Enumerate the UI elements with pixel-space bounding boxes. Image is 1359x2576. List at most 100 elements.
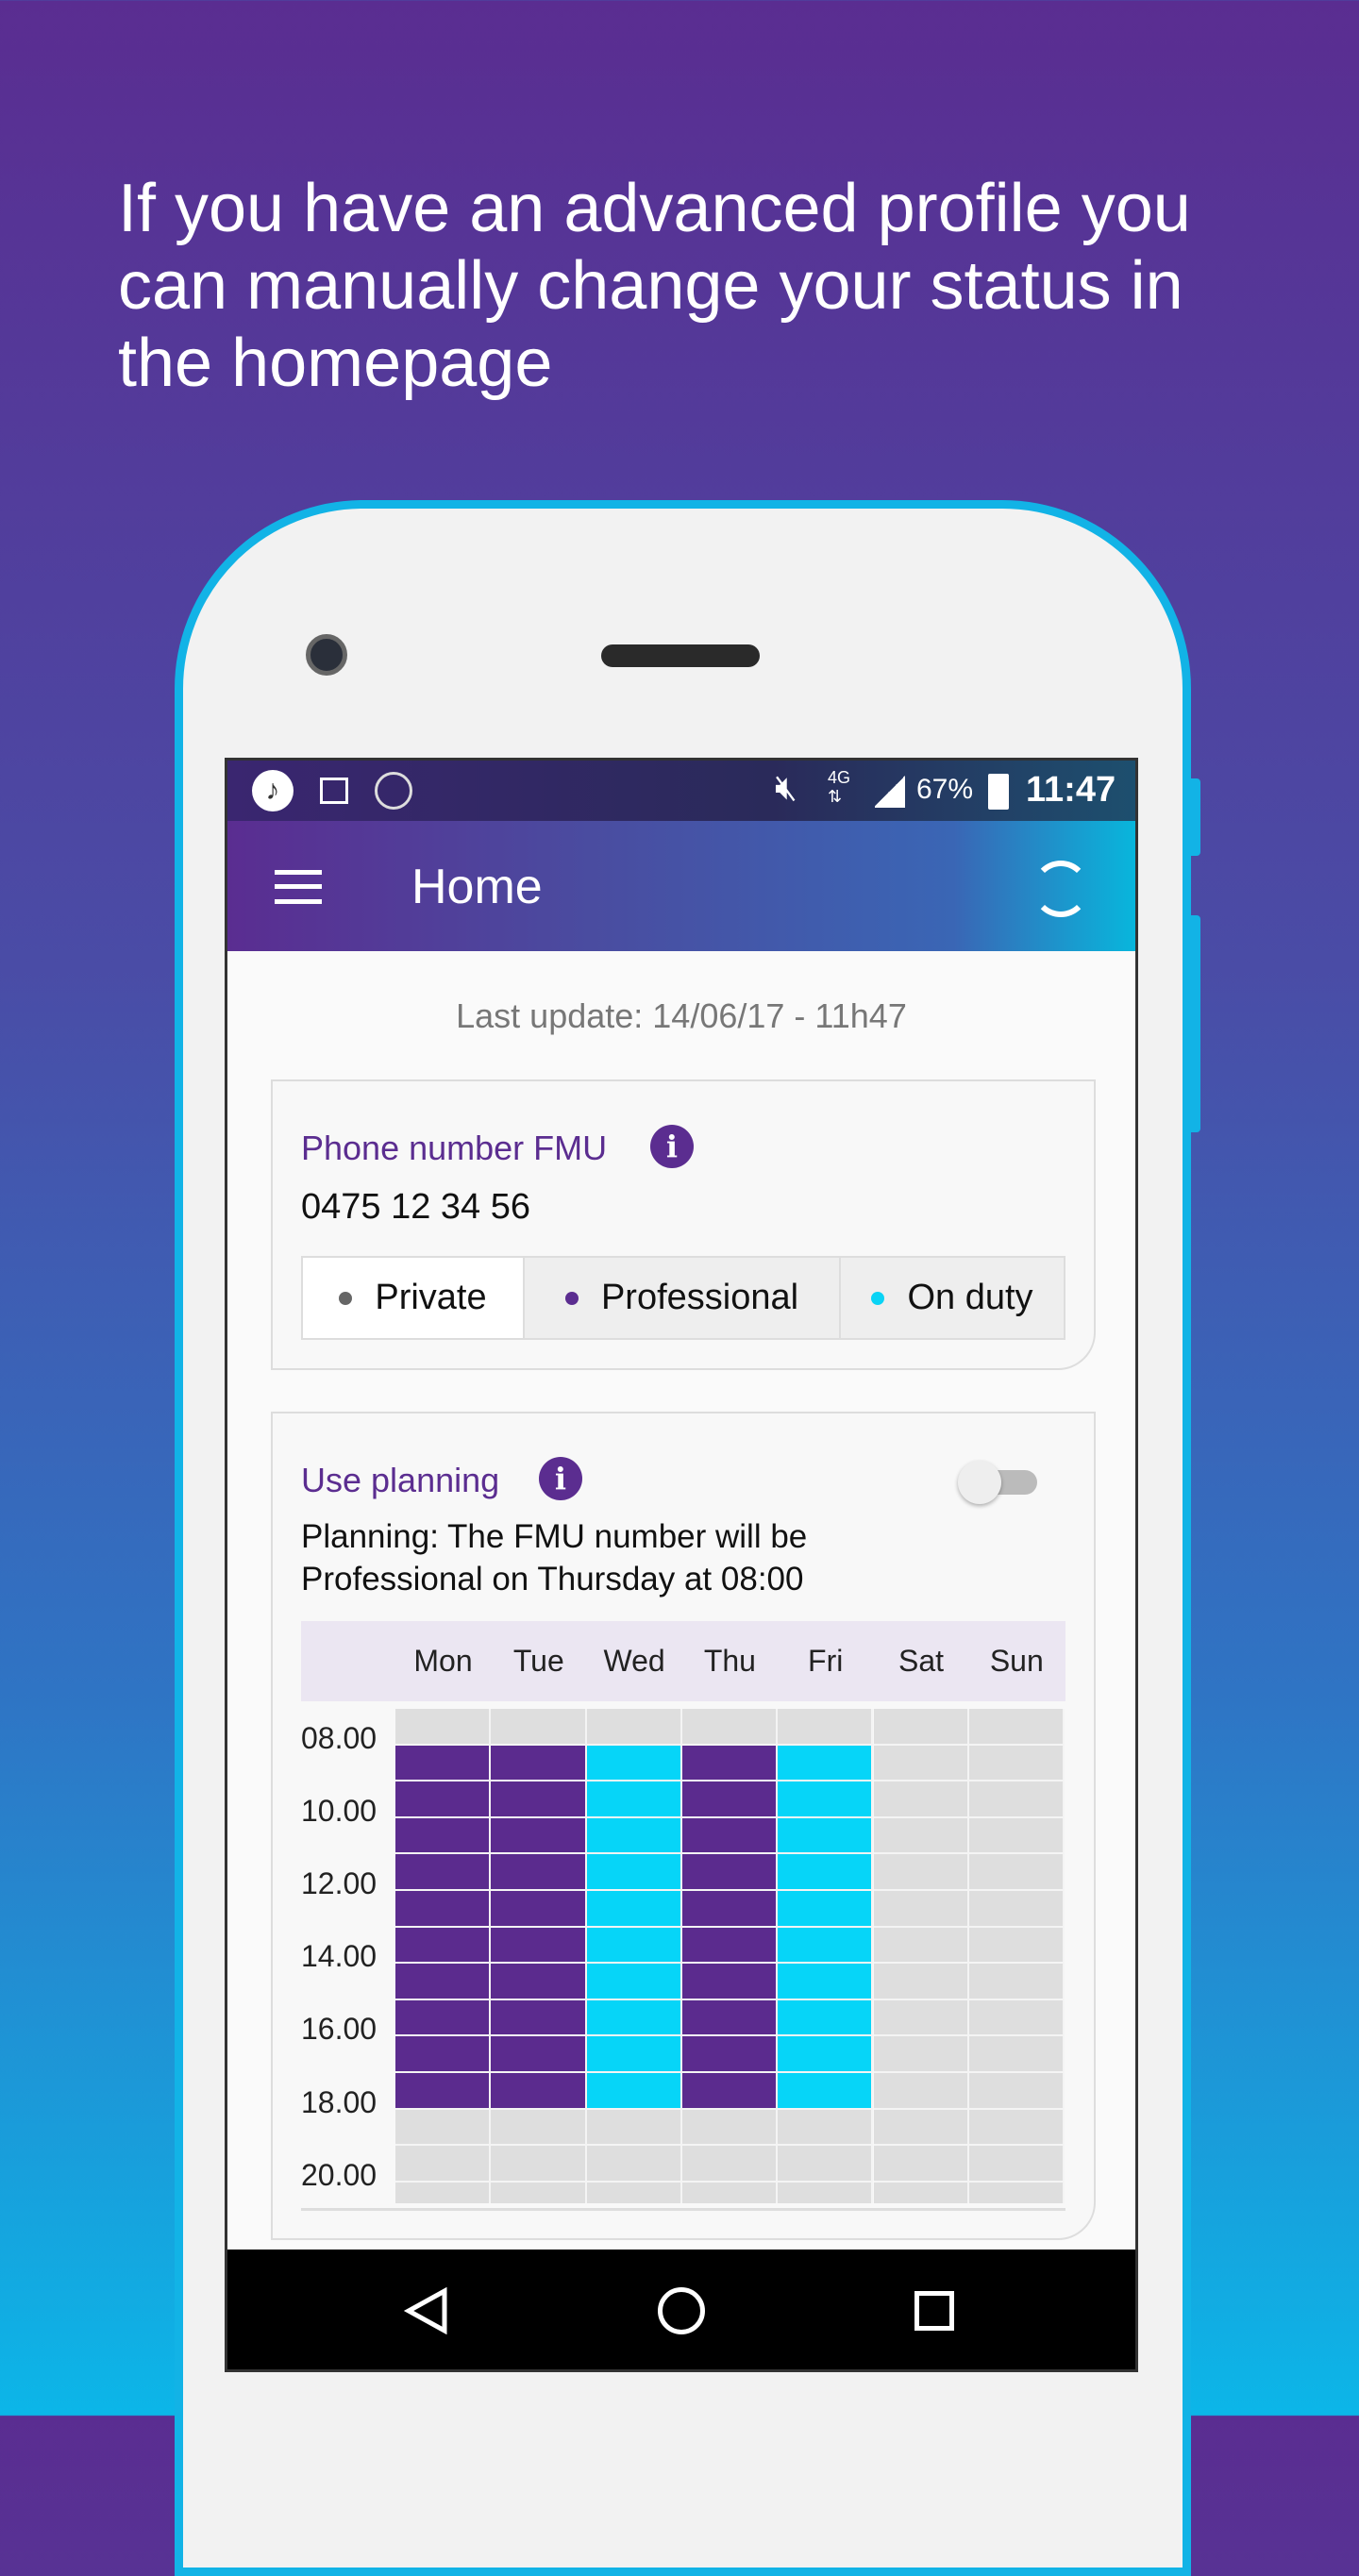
info-icon[interactable]: i	[650, 1125, 694, 1168]
slot-sun-20[interactable]	[968, 2182, 1065, 2203]
slot-sat-13[interactable]	[873, 1927, 969, 1965]
slot-sat-8[interactable]	[873, 1745, 969, 1782]
slot-thu-12[interactable]	[681, 1891, 779, 1928]
slot-sat-10[interactable]	[873, 1817, 969, 1855]
slot-wed-16[interactable]	[586, 2036, 682, 2073]
slot-sun-15[interactable]	[968, 1999, 1065, 2037]
slot-thu-17[interactable]	[681, 2073, 779, 2110]
info-icon[interactable]: i	[539, 1457, 582, 1500]
slot-sun-18[interactable]	[968, 2109, 1065, 2147]
slot-mon-18[interactable]	[395, 2109, 492, 2147]
slot-sat-19[interactable]	[873, 2146, 969, 2183]
slot-thu-14[interactable]	[681, 1964, 779, 2000]
slot-sat-11[interactable]	[873, 1854, 969, 1891]
slot-tue-12[interactable]	[491, 1891, 587, 1928]
slot-thu-9[interactable]	[681, 1781, 779, 1818]
slot-tue-17[interactable]	[491, 2073, 587, 2110]
slot-fri-13[interactable]	[778, 1927, 874, 1965]
slot-fri-15[interactable]	[778, 1999, 874, 2037]
slot-wed-7[interactable]	[586, 1709, 682, 1746]
hamburger-icon[interactable]	[275, 870, 322, 904]
slot-wed-19[interactable]	[586, 2146, 682, 2183]
status-private[interactable]: Private	[303, 1258, 525, 1338]
slot-fri-8[interactable]	[778, 1745, 874, 1782]
slot-sun-11[interactable]	[968, 1854, 1065, 1891]
slot-sat-12[interactable]	[873, 1891, 969, 1928]
slot-thu-11[interactable]	[681, 1854, 779, 1891]
slot-sat-9[interactable]	[873, 1781, 969, 1818]
slot-mon-14[interactable]	[395, 1964, 492, 2000]
home-icon[interactable]	[658, 2287, 705, 2334]
slot-tue-14[interactable]	[491, 1964, 587, 2000]
slot-fri-9[interactable]	[778, 1781, 874, 1818]
slot-sat-14[interactable]	[873, 1964, 969, 2000]
slot-thu-8[interactable]	[681, 1745, 779, 1782]
slot-sat-7[interactable]	[873, 1709, 969, 1746]
slot-fri-16[interactable]	[778, 2036, 874, 2073]
slot-tue-10[interactable]	[491, 1817, 587, 1855]
slot-sun-12[interactable]	[968, 1891, 1065, 1928]
slot-mon-11[interactable]	[395, 1854, 492, 1891]
slot-tue-9[interactable]	[491, 1781, 587, 1818]
slot-wed-18[interactable]	[586, 2109, 682, 2147]
slot-wed-13[interactable]	[586, 1927, 682, 1965]
slot-mon-10[interactable]	[395, 1817, 492, 1855]
slot-tue-18[interactable]	[491, 2109, 587, 2147]
slot-tue-7[interactable]	[491, 1709, 587, 1746]
slot-sat-15[interactable]	[873, 1999, 969, 2037]
slot-fri-19[interactable]	[778, 2146, 874, 2183]
slot-wed-8[interactable]	[586, 1745, 682, 1782]
slot-mon-9[interactable]	[395, 1781, 492, 1818]
slot-mon-12[interactable]	[395, 1891, 492, 1928]
slot-mon-16[interactable]	[395, 2036, 492, 2073]
slot-thu-15[interactable]	[681, 1999, 779, 2037]
slot-thu-20[interactable]	[681, 2182, 779, 2203]
slot-sat-18[interactable]	[873, 2109, 969, 2147]
planning-toggle[interactable]	[958, 1461, 1041, 1504]
slot-sat-16[interactable]	[873, 2036, 969, 2073]
slot-tue-19[interactable]	[491, 2146, 587, 2183]
slot-tue-8[interactable]	[491, 1745, 587, 1782]
slot-mon-20[interactable]	[395, 2182, 492, 2203]
recents-icon[interactable]	[914, 2291, 954, 2331]
slot-sun-8[interactable]	[968, 1745, 1065, 1782]
slot-wed-9[interactable]	[586, 1781, 682, 1818]
slot-sun-10[interactable]	[968, 1817, 1065, 1855]
slot-thu-13[interactable]	[681, 1927, 779, 1965]
slot-tue-15[interactable]	[491, 1999, 587, 2037]
slot-sun-7[interactable]	[968, 1709, 1065, 1746]
slot-wed-12[interactable]	[586, 1891, 682, 1928]
slot-sun-14[interactable]	[968, 1964, 1065, 2000]
slot-fri-10[interactable]	[778, 1817, 874, 1855]
slot-wed-10[interactable]	[586, 1817, 682, 1855]
slot-mon-8[interactable]	[395, 1745, 492, 1782]
slot-tue-20[interactable]	[491, 2182, 587, 2203]
slot-thu-19[interactable]	[681, 2146, 779, 2183]
slot-wed-11[interactable]	[586, 1854, 682, 1891]
slot-thu-10[interactable]	[681, 1817, 779, 1855]
slot-fri-20[interactable]	[778, 2182, 874, 2203]
slot-fri-12[interactable]	[778, 1891, 874, 1928]
slot-wed-14[interactable]	[586, 1964, 682, 2000]
slot-fri-7[interactable]	[778, 1709, 874, 1746]
slot-fri-18[interactable]	[778, 2109, 874, 2147]
slot-mon-15[interactable]	[395, 1999, 492, 2037]
slot-sat-17[interactable]	[873, 2073, 969, 2110]
slot-mon-13[interactable]	[395, 1927, 492, 1965]
slot-fri-17[interactable]	[778, 2073, 874, 2110]
slot-wed-15[interactable]	[586, 1999, 682, 2037]
refresh-icon[interactable]	[1032, 861, 1089, 917]
slot-sun-17[interactable]	[968, 2073, 1065, 2110]
slot-fri-14[interactable]	[778, 1964, 874, 2000]
slot-sun-9[interactable]	[968, 1781, 1065, 1818]
slot-sun-16[interactable]	[968, 2036, 1065, 2073]
slot-sun-19[interactable]	[968, 2146, 1065, 2183]
slot-mon-17[interactable]	[395, 2073, 492, 2110]
slot-fri-11[interactable]	[778, 1854, 874, 1891]
slot-wed-17[interactable]	[586, 2073, 682, 2110]
slot-tue-11[interactable]	[491, 1854, 587, 1891]
slot-wed-20[interactable]	[586, 2182, 682, 2203]
slot-sat-20[interactable]	[873, 2182, 969, 2203]
slot-thu-7[interactable]	[681, 1709, 779, 1746]
slot-tue-16[interactable]	[491, 2036, 587, 2073]
